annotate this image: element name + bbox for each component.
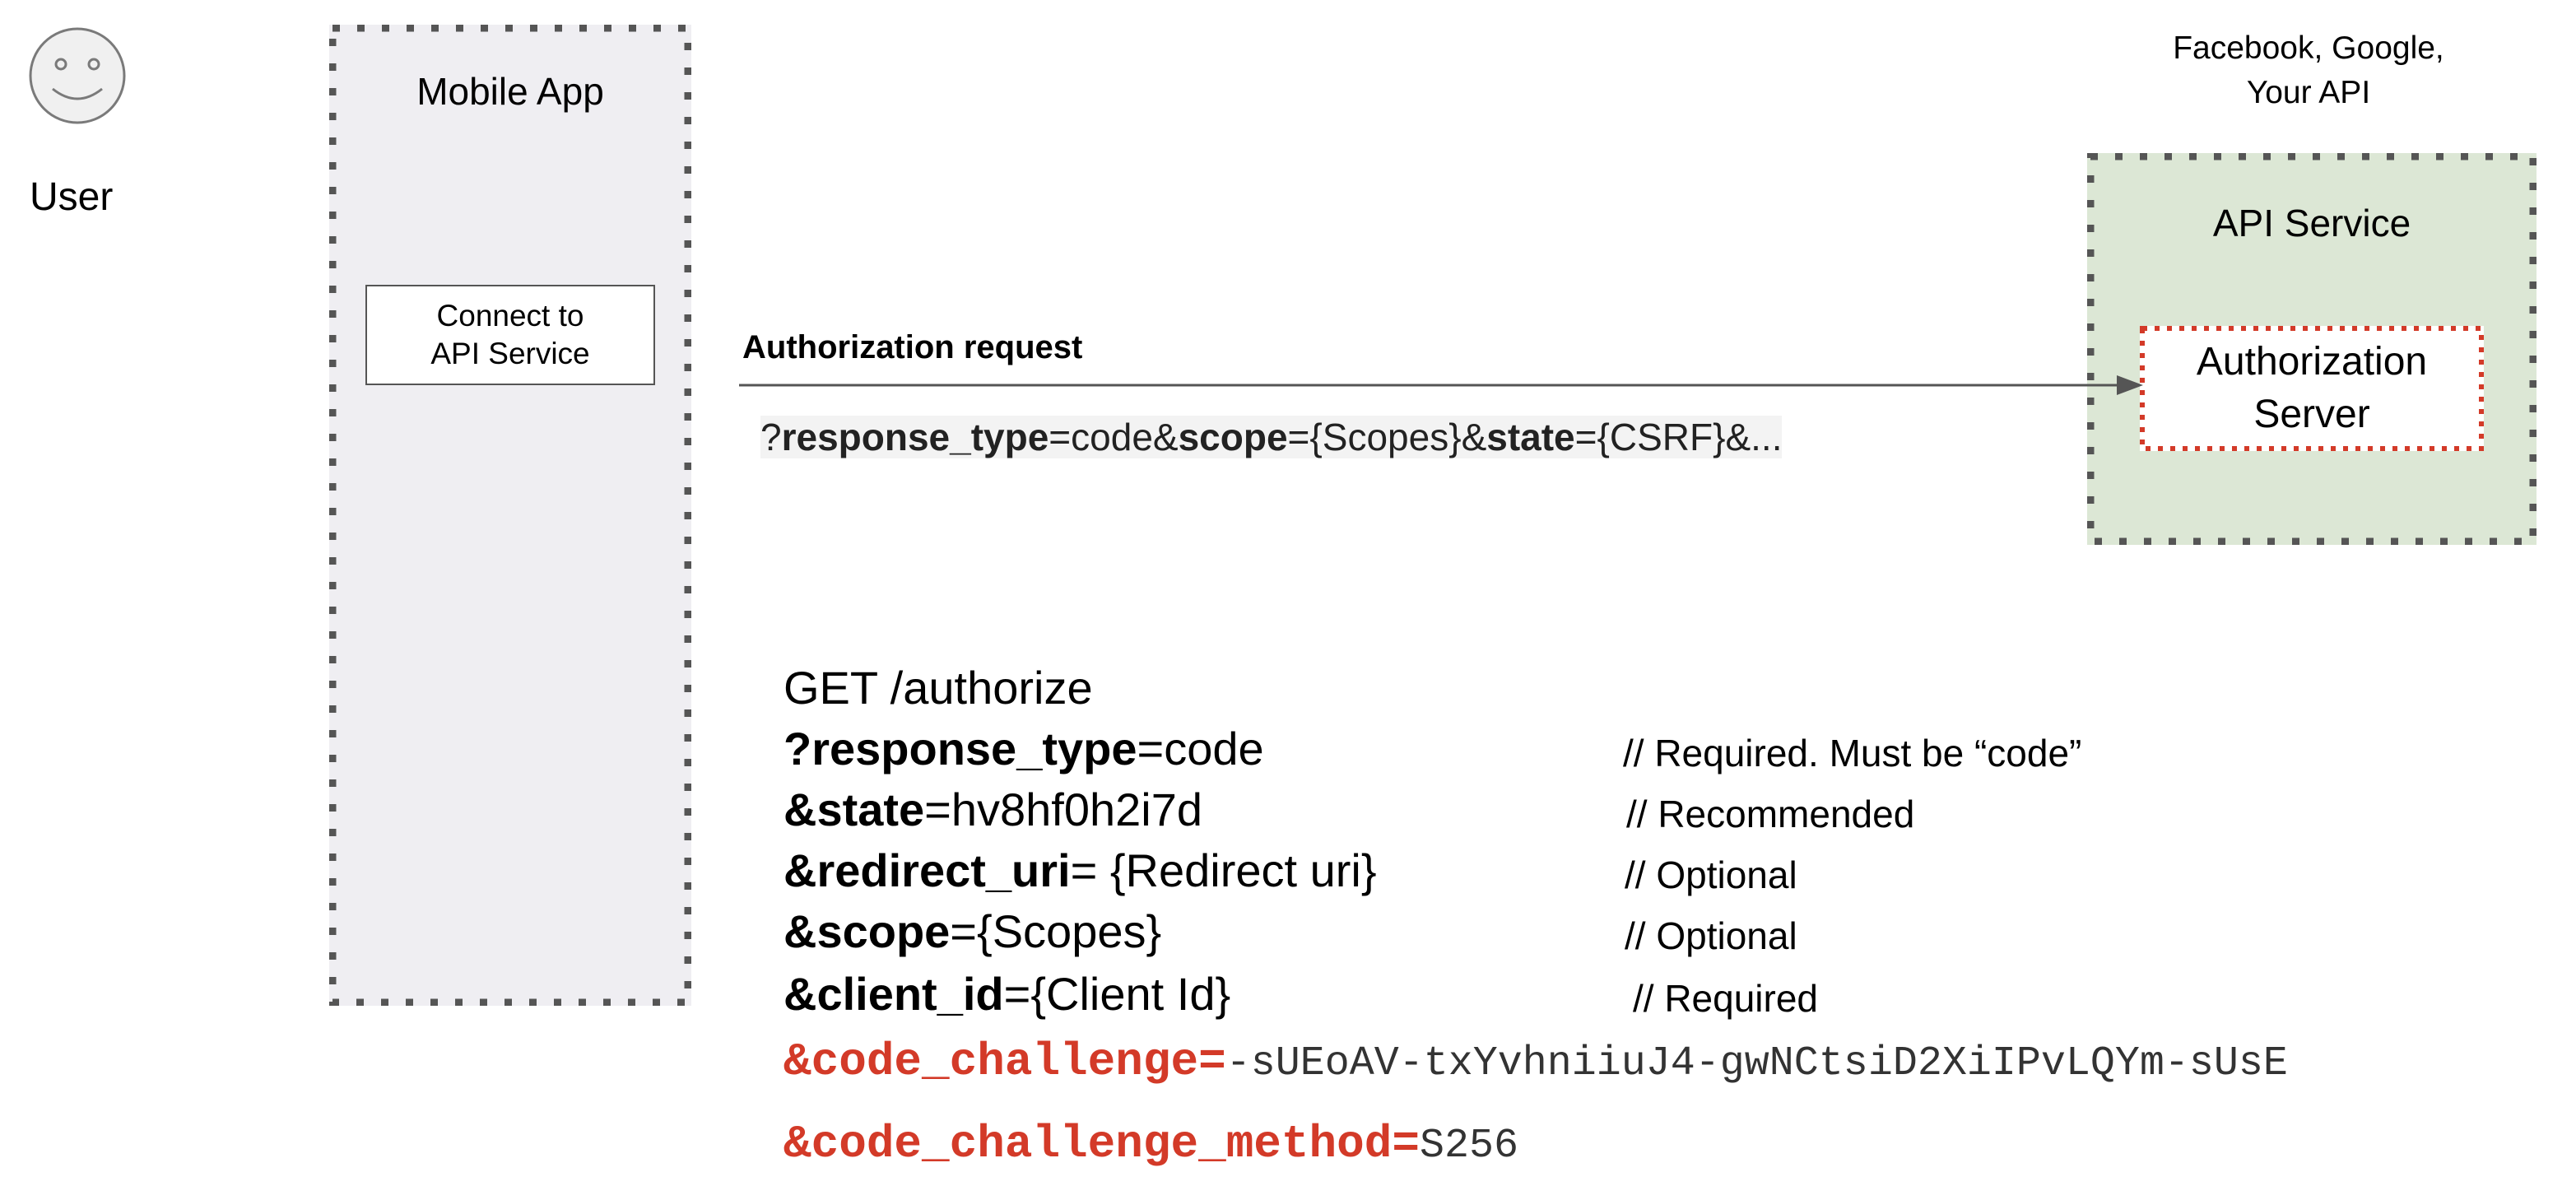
mobile-app-title: Mobile App (416, 70, 604, 113)
param-line: &scope={Scopes} (783, 905, 1161, 958)
api-service-title: API Service (2212, 202, 2411, 244)
param-comment: // Recommended (1626, 793, 1915, 835)
param-key: &client_id (783, 968, 1004, 1020)
query-prefix: ? (760, 416, 782, 458)
pkce-param-key: &code_challenge_method= (783, 1118, 1420, 1170)
user-smiley-face-icon (29, 27, 126, 124)
authorization-request-query: ?response_type=code&scope={Scopes}&state… (760, 415, 1783, 459)
pkce-param-key: &code_challenge= (783, 1035, 1226, 1088)
param-value: ={Client Id} (1003, 968, 1231, 1020)
user-label: User (30, 175, 114, 219)
pkce-param-value: S256 (1419, 1123, 1518, 1170)
query-value-csrf: ={CSRF}&... (1574, 416, 1783, 458)
param-value: =code (1137, 723, 1264, 774)
param-value: = {Redirect uri} (1070, 844, 1377, 896)
mobile-app-dotted-border (329, 25, 691, 1006)
param-line: &redirect_uri= {Redirect uri} (783, 844, 1377, 897)
param-comment: // Optional (1625, 914, 1797, 957)
pkce-param-value: -sUEoAV-txYvhniiuJ4-gwNCtsiD2XiIPvLQYm-s… (1225, 1040, 2288, 1087)
query-key-response-type: response_type (781, 416, 1049, 458)
param-value: =hv8hf0h2i7d (924, 784, 1203, 835)
query-key-state: state (1486, 416, 1575, 458)
param-comment: // Optional (1625, 853, 1797, 896)
param-key: &scope (783, 905, 951, 957)
authorization-server-label: Authorization Server (2196, 340, 2428, 436)
param-comment: // Required (1633, 977, 1819, 1020)
query-value-code: =code& (1049, 416, 1179, 458)
pkce-param-line: &code_challenge_method=S256 (783, 1114, 1518, 1173)
query-key-scope: scope (1178, 416, 1288, 458)
connect-to-api-service-button[interactable]: Connect to API Service (365, 285, 655, 385)
pkce-param-line: &code_challenge=-sUEoAV-txYvhniiuJ4-gwNC… (783, 1032, 2288, 1091)
param-key: &state (783, 784, 925, 835)
provider-label: Facebook, Google, Your API (2173, 30, 2444, 110)
connect-button-label: Connect to API Service (430, 299, 590, 370)
param-key: &redirect_uri (783, 844, 1071, 896)
param-comment: // Required. Must be “code” (1623, 732, 2082, 774)
param-value: ={Scopes} (950, 905, 1162, 957)
request-method-line: GET /authorize (783, 662, 1093, 714)
authorization-request-arrow (739, 375, 2143, 395)
param-line: ?response_type=code (783, 723, 1264, 775)
authorization-request-label: Authorization request (742, 329, 1083, 365)
query-value-scopes: ={Scopes}& (1287, 416, 1487, 458)
param-line: &client_id={Client Id} (783, 968, 1230, 1021)
param-line: &state=hv8hf0h2i7d (783, 784, 1202, 836)
param-key: ?response_type (783, 723, 1137, 774)
